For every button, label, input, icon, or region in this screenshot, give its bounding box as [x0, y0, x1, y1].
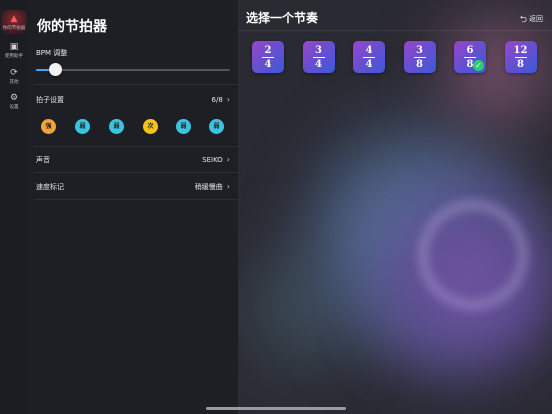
tempo-label: 速度标记 — [36, 183, 64, 191]
rhythm-picker-title: 选择一个节奏 — [246, 11, 319, 25]
sidebar-item-settings[interactable]: ⚙ 设置 — [0, 93, 28, 110]
other-icon: ⟳ — [10, 68, 18, 78]
sound-value: SEIKO › — [202, 155, 230, 164]
app-sidebar: ▲ 你的节拍器 ▣ 使用助手 ⟳ 其他 ⚙ 设置 — [0, 0, 29, 414]
beat-settings-label: 拍子设置 — [36, 96, 64, 104]
time-signature-numerator: 4 — [365, 45, 373, 56]
sidebar-item-label: 其他 — [9, 80, 19, 85]
time-signature-denominator: 4 — [264, 59, 272, 70]
sound-label: 声音 — [36, 156, 50, 164]
rhythm-tile-4-4[interactable]: 44 — [353, 41, 385, 73]
beat-accent-5[interactable]: 弱 — [176, 119, 191, 134]
sidebar-item-label: 使用助手 — [5, 54, 23, 59]
beat-accent-row: 强弱弱次弱弱 — [28, 119, 238, 135]
home-indicator[interactable] — [206, 407, 346, 410]
rhythm-tile-3-4[interactable]: 34 — [302, 41, 335, 73]
sidebar-item-other[interactable]: ⟳ 其他 — [0, 68, 28, 85]
divider — [34, 146, 238, 147]
chevron-right-icon: › — [226, 95, 230, 104]
beat-accent-4[interactable]: 次 — [143, 119, 158, 134]
rhythm-tile-12-8[interactable]: 12 8 — [504, 41, 537, 73]
time-signature-denominator: 4 — [315, 59, 322, 70]
bpm-label: BPM 调整 — [36, 49, 68, 57]
metronome-icon: ▲ — [10, 14, 18, 24]
divider — [34, 199, 238, 200]
time-signature: 24 — [252, 45, 284, 70]
sidebar-item-label: 你的节拍器 — [2, 26, 26, 31]
assistant-icon: ▣ — [9, 42, 19, 52]
time-signature-numerator: 12 — [513, 45, 528, 56]
time-signature-numerator: 2 — [264, 45, 272, 56]
time-signature: 34 — [303, 45, 335, 70]
time-signature-numerator: 3 — [315, 45, 322, 56]
fraction-bar — [464, 57, 476, 58]
back-arrow-icon: ⮌ — [519, 15, 527, 25]
time-signature: 12 8 — [505, 45, 537, 70]
time-signature-denominator: 8 — [517, 59, 524, 70]
gear-icon: ⚙ — [9, 93, 19, 103]
header-divider — [238, 30, 552, 31]
fraction-bar — [262, 57, 274, 58]
sidebar-item-label: 设置 — [9, 105, 19, 110]
time-signature-denominator: 8 — [416, 59, 423, 70]
divider — [34, 172, 238, 173]
beat-accent-3[interactable]: 弱 — [109, 119, 124, 134]
chevron-right-icon: › — [226, 155, 230, 164]
time-signature: 38 — [404, 45, 436, 70]
divider — [34, 84, 238, 85]
rhythm-tile-6-8[interactable]: 6 8 ✓ — [454, 41, 486, 73]
sidebar-item-assistant[interactable]: ▣ 使用助手 — [0, 42, 28, 59]
bpm-slider-track[interactable] — [36, 69, 230, 71]
time-signature-numerator: 3 — [416, 45, 423, 56]
time-signature-numerator: 6 — [466, 45, 474, 56]
page-title: 你的节拍器 — [37, 19, 107, 35]
fraction-bar — [363, 57, 375, 58]
rhythm-tile-3-8[interactable]: 38 — [403, 41, 436, 73]
time-signature: 44 — [353, 45, 385, 70]
fraction-bar — [312, 57, 325, 58]
beat-settings-value: 6/8 › — [211, 95, 230, 104]
settings-panel: 你的节拍器 BPM 调整 拍子设置 6/8 › 强弱弱次弱弱 声音 SEIKO › … — [28, 0, 239, 414]
selected-check-icon: ✓ — [473, 60, 484, 71]
back-button[interactable]: ⮌ 返回 — [520, 12, 543, 28]
time-signature-denominator: 4 — [365, 59, 373, 70]
fraction-bar — [514, 57, 527, 58]
sidebar-item-metronome[interactable]: ▲ 你的节拍器 — [0, 14, 28, 31]
tempo-value: 稍缓慢曲 › — [194, 182, 230, 191]
fraction-bar — [413, 57, 426, 58]
rhythm-tile-2-4[interactable]: 24 — [252, 41, 284, 73]
beat-accent-6[interactable]: 弱 — [209, 119, 224, 134]
bpm-slider-knob[interactable] — [49, 63, 63, 76]
beat-accent-2[interactable]: 弱 — [75, 119, 90, 134]
chevron-right-icon: › — [226, 182, 230, 191]
beat-accent-1[interactable]: 强 — [41, 119, 56, 134]
